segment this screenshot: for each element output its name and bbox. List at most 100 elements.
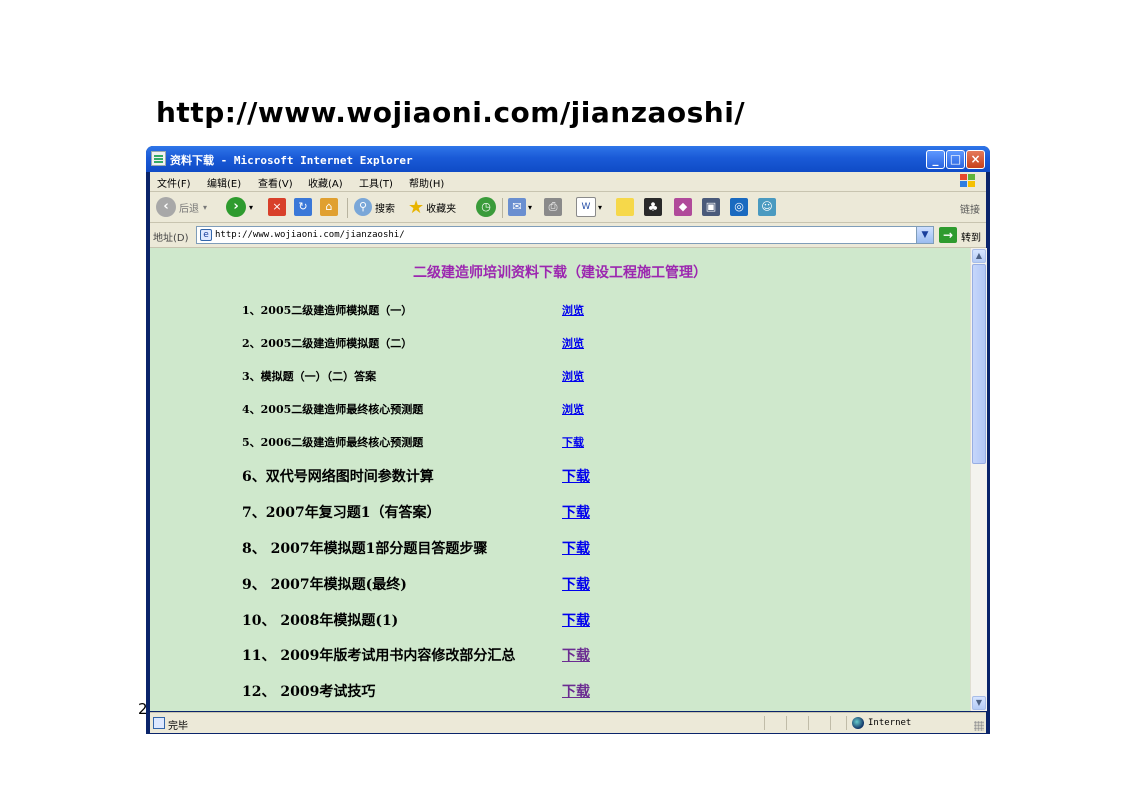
edit-button[interactable]: W ▾ xyxy=(576,197,602,217)
contacts-button[interactable]: ☺ xyxy=(758,197,778,217)
qq-button[interactable]: ◎ xyxy=(730,197,750,217)
window-title: 资料下载 - Microsoft Internet Explorer xyxy=(170,154,413,167)
sticky-note-icon xyxy=(616,198,634,216)
research-icon: ◆ xyxy=(674,198,692,216)
menu-tools[interactable]: 工具(T) xyxy=(359,175,393,190)
list-item-link[interactable]: 下载 xyxy=(562,466,590,486)
mail-dropdown-icon: ▾ xyxy=(528,202,533,212)
back-arrow-icon: ‹ xyxy=(156,197,176,217)
address-label: 地址(D) xyxy=(153,233,189,244)
favorites-button[interactable]: ★ 收藏夹 xyxy=(408,196,456,218)
toolbar-separator xyxy=(347,198,348,218)
home-button[interactable]: ⌂ xyxy=(320,197,340,217)
address-input[interactable]: e http://www.wojiaoni.com/jianzaoshi/ ▼ xyxy=(196,226,934,244)
status-divider xyxy=(846,716,847,730)
print-button[interactable]: ⎙ xyxy=(544,197,564,217)
back-button[interactable]: ‹ 后退 ▾ xyxy=(156,197,207,217)
messenger-button[interactable]: ♣ xyxy=(644,197,664,217)
list-item-label: 6、双代号网络图时间参数计算 xyxy=(242,469,434,485)
forward-button[interactable]: › ▾ xyxy=(226,197,253,217)
messenger-icon: ♣ xyxy=(644,198,662,216)
print-icon: ⎙ xyxy=(544,198,562,216)
list-item-label: 5、2006二级建造师最终核心预测题 xyxy=(242,436,424,449)
refresh-button[interactable]: ↻ xyxy=(294,197,314,217)
research-button[interactable]: ◆ xyxy=(674,197,694,217)
list-item-link[interactable]: 浏览 xyxy=(562,335,584,351)
menu-edit[interactable]: 编辑(E) xyxy=(207,175,241,190)
resize-grip-icon[interactable] xyxy=(974,721,984,731)
list-item-label: 7、2007年复习题1（有答案） xyxy=(242,505,441,521)
close-button[interactable]: × xyxy=(966,150,985,169)
list-item-link[interactable]: 下载 xyxy=(562,538,590,558)
search-button[interactable]: ⚲ 搜索 xyxy=(354,197,395,217)
maximize-button[interactable]: □ xyxy=(946,150,965,169)
scroll-down-icon[interactable]: ▼ xyxy=(972,696,986,710)
menu-bar: 文件(F) 编辑(E) 查看(V) 收藏(A) 工具(T) 帮助(H) xyxy=(150,172,986,192)
go-button[interactable]: 转到 xyxy=(961,229,981,244)
toolbar: ‹ 后退 ▾ › ▾ × ↻ ⌂ ⚲ 搜索 ★ 收藏夹 ◷ ✉ ▾ ⎙ W ▾ … xyxy=(150,192,986,223)
list-item-link[interactable]: 下载 xyxy=(562,645,590,665)
menu-view[interactable]: 查看(V) xyxy=(258,175,293,190)
word-edit-icon: W xyxy=(576,197,596,217)
scrollbar-thumb[interactable] xyxy=(972,264,986,464)
list-item-link[interactable]: 下载 xyxy=(562,574,590,594)
status-bar: 完毕 Internet xyxy=(150,712,986,733)
vertical-scrollbar[interactable]: ▲ ▼ xyxy=(970,248,987,711)
address-dropdown-icon[interactable]: ▼ xyxy=(916,227,933,243)
list-item-label: 1、2005二级建造师模拟题（一） xyxy=(242,304,413,317)
document-icon xyxy=(151,151,166,166)
history-button[interactable]: ◷ xyxy=(476,197,499,217)
minimize-button[interactable]: _ xyxy=(926,150,945,169)
status-divider xyxy=(830,716,831,730)
notes-button[interactable] xyxy=(616,197,636,217)
list-item-label: 2、2005二级建造师模拟题（二） xyxy=(242,337,413,350)
contacts-icon: ☺ xyxy=(758,198,776,216)
address-bar: 地址(D) e http://www.wojiaoni.com/jianzaos… xyxy=(150,223,986,248)
list-item-label: 9、 2007年模拟题(最终) xyxy=(242,577,407,593)
list-item-label: 10、 2008年模拟题(1) xyxy=(242,613,399,629)
mail-button[interactable]: ✉ ▾ xyxy=(508,197,532,217)
page-content: 二级建造师培训资料下载（建设工程施工管理） 1、2005二级建造师模拟题（一） … xyxy=(150,248,970,711)
list-item-link[interactable]: 浏览 xyxy=(562,302,584,318)
refresh-icon: ↻ xyxy=(294,198,312,216)
go-arrow-icon[interactable]: → xyxy=(939,227,957,243)
edit-dropdown-icon: ▾ xyxy=(598,202,603,212)
list-item-label: 12、 2009考试技巧 xyxy=(242,684,376,700)
page-status-icon xyxy=(153,717,165,729)
stop-button[interactable]: × xyxy=(268,197,288,217)
toolbox-icon: ▣ xyxy=(702,198,720,216)
home-icon: ⌂ xyxy=(320,198,338,216)
status-divider xyxy=(764,716,765,730)
security-zone: Internet xyxy=(868,718,912,728)
links-label[interactable]: 链接 xyxy=(960,201,980,216)
page-icon: e xyxy=(200,229,212,241)
list-item-link[interactable]: 下载 xyxy=(562,434,584,450)
menu-help[interactable]: 帮助(H) xyxy=(409,175,444,190)
forward-arrow-icon: › xyxy=(226,197,246,217)
internet-globe-icon xyxy=(852,717,864,729)
scroll-up-icon[interactable]: ▲ xyxy=(972,249,986,263)
status-text: 完毕 xyxy=(168,721,188,732)
title-bar[interactable]: 资料下载 - Microsoft Internet Explorer _ □ × xyxy=(146,146,990,172)
list-item-label: 8、 2007年模拟题1部分题目答题步骤 xyxy=(242,541,488,557)
list-item-link[interactable]: 下载 xyxy=(562,502,590,522)
menu-file[interactable]: 文件(F) xyxy=(157,175,191,190)
list-item-link[interactable]: 浏览 xyxy=(562,401,584,417)
browser-window: 资料下载 - Microsoft Internet Explorer _ □ ×… xyxy=(146,146,990,734)
address-url[interactable]: http://www.wojiaoni.com/jianzaoshi/ xyxy=(215,230,405,240)
stop-icon: × xyxy=(268,198,286,216)
search-icon: ⚲ xyxy=(354,198,372,216)
menu-favorites[interactable]: 收藏(A) xyxy=(308,175,343,190)
page-heading: 二级建造师培训资料下载（建设工程施工管理） xyxy=(413,265,707,281)
qq-icon: ◎ xyxy=(730,198,748,216)
toolbox-button[interactable]: ▣ xyxy=(702,197,722,217)
list-item-link[interactable]: 下载 xyxy=(562,681,590,701)
slide-url-heading: http://www.wojiaoni.com/jianzaoshi/ xyxy=(156,96,746,129)
history-icon: ◷ xyxy=(476,197,496,217)
list-item-label: 4、2005二级建造师最终核心预测题 xyxy=(242,403,424,416)
list-item-link[interactable]: 浏览 xyxy=(562,368,584,384)
windows-logo-icon xyxy=(960,174,976,189)
list-item-label: 11、 2009年版考试用书内容修改部分汇总 xyxy=(242,648,516,664)
list-item-link[interactable]: 下载 xyxy=(562,610,590,630)
favorites-star-icon: ★ xyxy=(408,196,425,218)
